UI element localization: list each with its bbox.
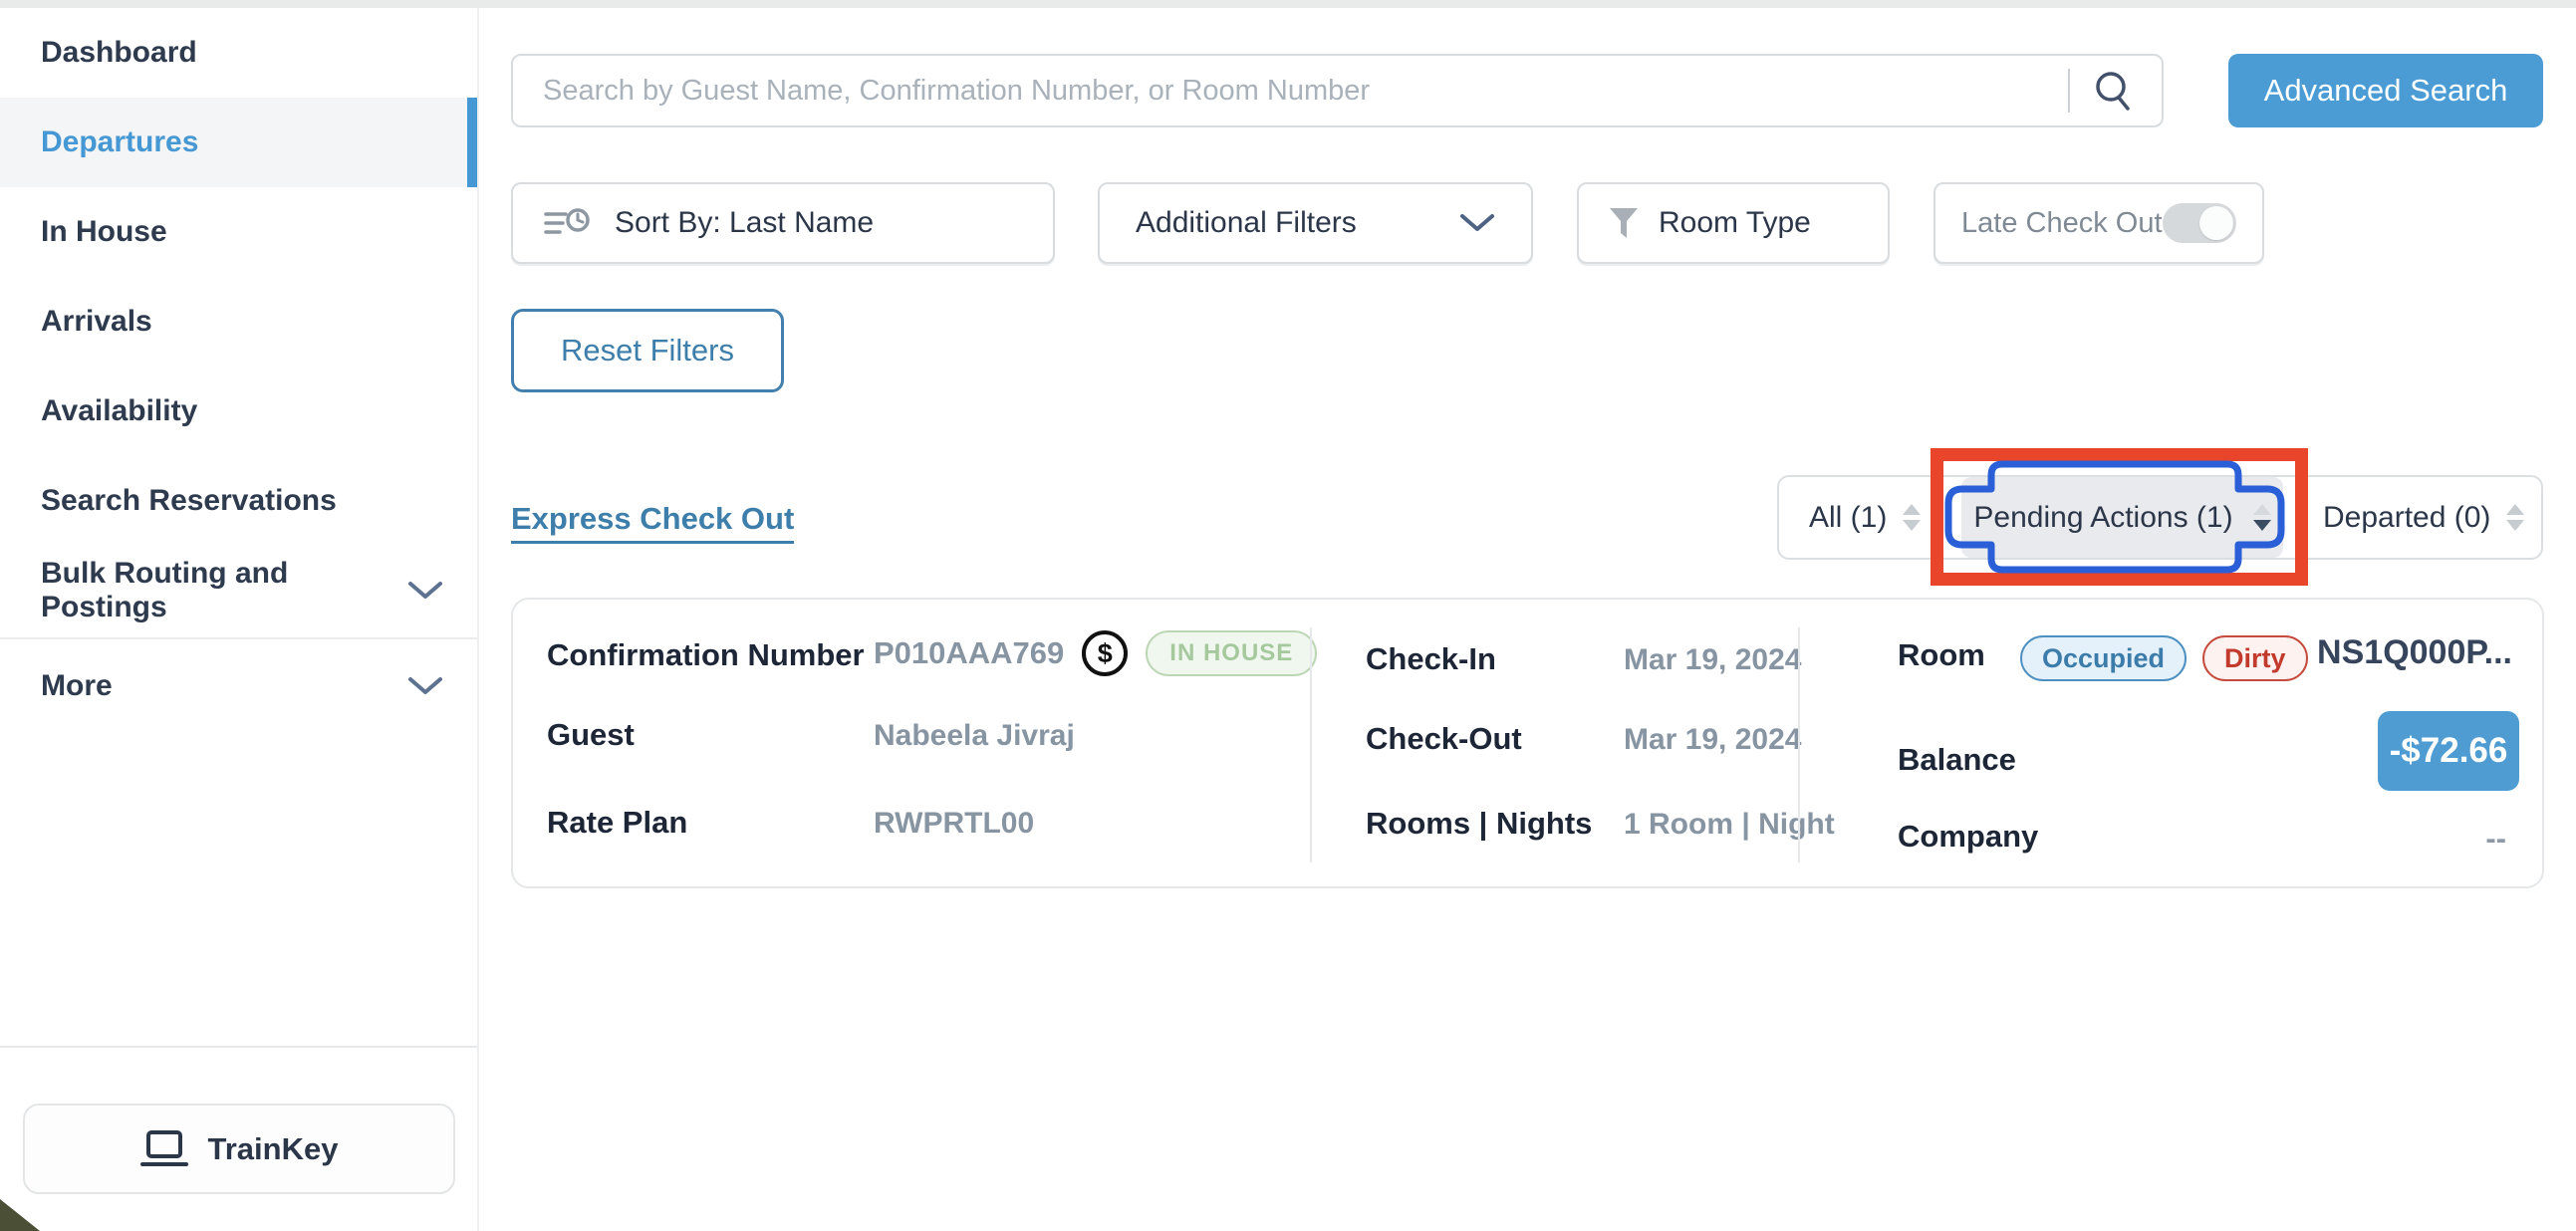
room-dirty-badge: Dirty — [2202, 635, 2308, 681]
chevron-down-icon — [1459, 213, 1495, 233]
tab-all-label: All (1) — [1809, 501, 1887, 535]
confirmation-number-label: Confirmation Number — [547, 637, 865, 673]
trainkey-button[interactable]: TrainKey — [23, 1104, 455, 1194]
toggle-knob — [2199, 206, 2233, 240]
tab-departed[interactable]: Departed (0) — [2323, 477, 2524, 558]
express-check-out-link[interactable]: Express Check Out — [511, 501, 794, 544]
company-label: Company — [1898, 819, 2038, 855]
balance-amount-chip[interactable]: -$72.66 — [2378, 711, 2519, 791]
tab-pending-actions[interactable]: Pending Actions (1) — [1961, 477, 2283, 558]
room-occupied-badge: Occupied — [2020, 635, 2187, 681]
sidebar: Dashboard Departures In House Arrivals A… — [0, 8, 479, 1231]
sidebar-item-label: More — [41, 669, 113, 703]
check-in-value: Mar 19, 2024 — [1624, 643, 1801, 677]
tab-departed-label: Departed (0) — [2323, 501, 2490, 535]
search-divider — [2068, 69, 2070, 113]
sidebar-item-label: Arrivals — [41, 305, 152, 339]
room-type-label: Room Type — [1659, 206, 1811, 240]
confirmation-number-value: P010AAA769 — [874, 635, 1064, 671]
sidebar-item-in-house[interactable]: In House — [0, 187, 477, 277]
sort-carets-icon[interactable] — [2506, 504, 2524, 531]
search-input[interactable] — [513, 56, 2068, 125]
filter-funnel-icon — [1609, 207, 1639, 239]
chevron-down-icon — [407, 581, 443, 601]
additional-filters-dropdown[interactable]: Additional Filters — [1098, 182, 1533, 264]
company-value: -- — [2485, 821, 2506, 857]
check-out-label: Check-Out — [1366, 721, 1522, 757]
sidebar-footer-divider — [0, 1046, 477, 1048]
sort-carets-icon[interactable] — [1903, 504, 1921, 531]
sidebar-item-arrivals[interactable]: Arrivals — [0, 277, 477, 367]
check-out-value: Mar 19, 2024 — [1624, 723, 1801, 757]
trainkey-label: TrainKey — [208, 1131, 339, 1167]
reset-filters-button[interactable]: Reset Filters — [511, 309, 784, 392]
window-top-strip — [0, 0, 2576, 8]
room-type-filter[interactable]: Room Type — [1577, 182, 1890, 264]
late-checkout-filter: Late Check Out — [1933, 182, 2264, 264]
rooms-nights-value: 1 Room | Night — [1624, 808, 1835, 842]
search-icon[interactable] — [2092, 69, 2136, 113]
sidebar-item-bulk-routing[interactable]: Bulk Routing and Postings — [0, 546, 477, 635]
sidebar-item-availability[interactable]: Availability — [0, 367, 477, 456]
tab-pending-actions-label: Pending Actions (1) — [1973, 501, 2232, 535]
guest-value: Nabeela Jivraj — [874, 719, 1075, 753]
sort-carets-icon[interactable] — [2253, 504, 2271, 531]
departures-status-tabs: All (1) Pending Actions (1) Departed (0) — [1777, 475, 2543, 560]
tab-all[interactable]: All (1) — [1809, 477, 1921, 558]
sidebar-item-label: Dashboard — [41, 36, 197, 70]
check-in-label: Check-In — [1366, 641, 1496, 677]
rooms-nights-label: Rooms | Nights — [1366, 806, 1592, 842]
corner-background-shape — [0, 1199, 40, 1231]
late-checkout-label: Late Check Out — [1961, 207, 2163, 240]
sidebar-item-label: Departures — [41, 125, 198, 159]
sidebar-item-label: Availability — [41, 394, 197, 428]
sidebar-item-search-reservations[interactable]: Search Reservations — [0, 456, 477, 546]
search-bar — [511, 54, 2164, 127]
sidebar-divider — [0, 637, 477, 639]
room-label: Room — [1898, 637, 1985, 673]
sidebar-item-departures[interactable]: Departures — [0, 98, 477, 187]
sidebar-item-more[interactable]: More — [0, 641, 477, 731]
advanced-search-button[interactable]: Advanced Search — [2228, 54, 2543, 127]
additional-filters-label: Additional Filters — [1136, 206, 1357, 240]
rate-plan-label: Rate Plan — [547, 805, 687, 841]
sidebar-item-label: Search Reservations — [41, 484, 337, 518]
card-column-divider — [1310, 627, 1312, 862]
reservation-card[interactable]: Confirmation Number P010AAA769 $ IN HOUS… — [511, 598, 2544, 888]
guest-label: Guest — [547, 717, 635, 753]
sort-by-label: Sort By: Last Name — [615, 206, 874, 240]
in-house-status-badge: IN HOUSE — [1146, 630, 1317, 676]
late-checkout-toggle[interactable] — [2163, 203, 2236, 243]
sort-by-time-icon — [543, 205, 591, 241]
rate-plan-value: RWPRTL00 — [874, 807, 1034, 841]
sidebar-item-label: Bulk Routing and Postings — [41, 557, 407, 624]
sidebar-item-dashboard[interactable]: Dashboard — [0, 8, 477, 98]
room-number-value: NS1Q000P... — [2317, 633, 2512, 672]
dollar-circle-icon[interactable]: $ — [1082, 630, 1128, 676]
chevron-down-icon — [407, 676, 443, 696]
card-column-divider — [1798, 627, 1800, 862]
sidebar-item-label: In House — [41, 215, 167, 249]
laptop-icon — [140, 1129, 188, 1169]
sort-by-dropdown[interactable]: Sort By: Last Name — [511, 182, 1055, 264]
balance-label: Balance — [1898, 742, 2016, 778]
